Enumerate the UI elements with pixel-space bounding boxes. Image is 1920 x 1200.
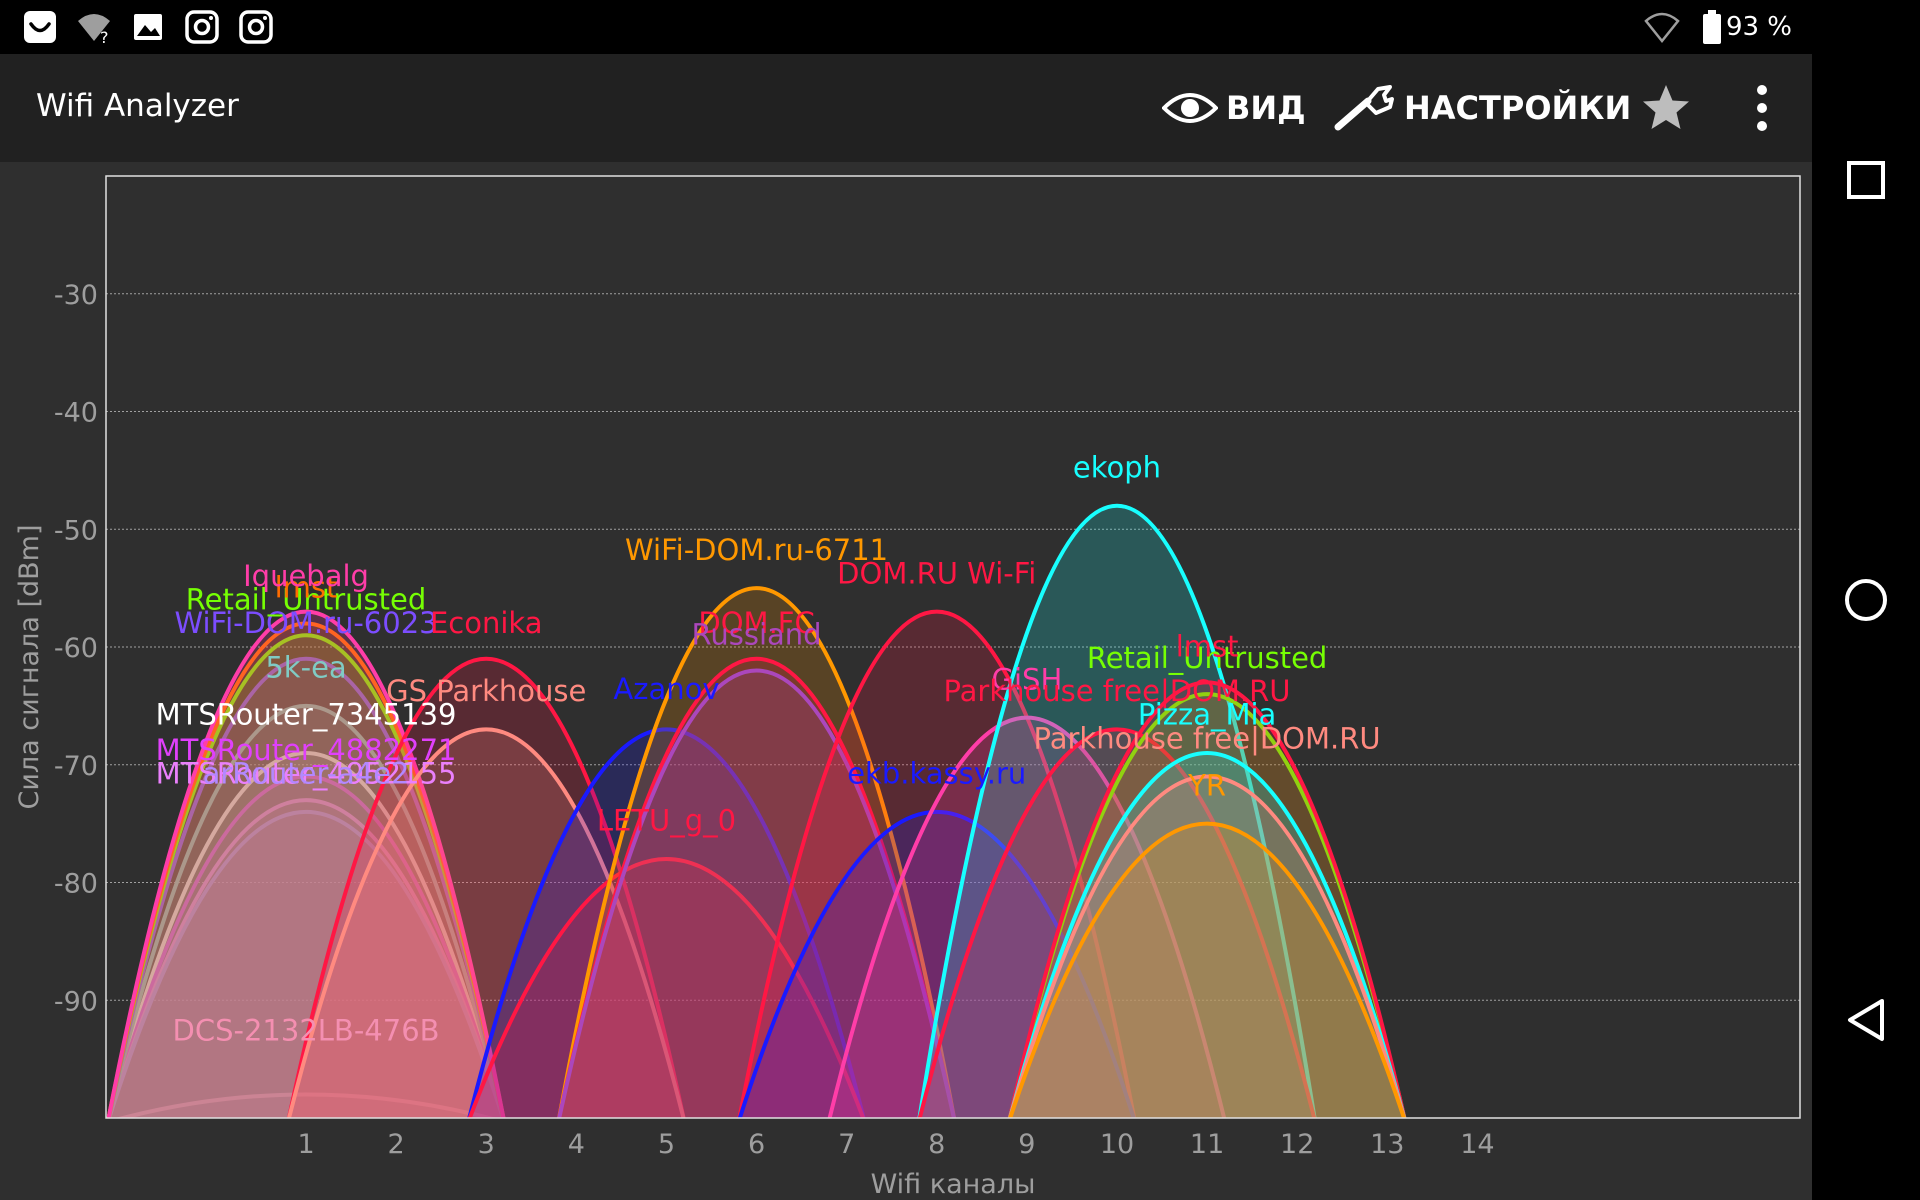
recents-square-icon: [1847, 161, 1885, 199]
battery-icon: [1703, 10, 1721, 44]
favorite-button[interactable]: [1640, 82, 1692, 134]
network-label: Azanov: [613, 672, 719, 706]
network-label: arRouter-a4e2: [203, 757, 410, 791]
instagram-icon: [239, 10, 273, 44]
back-button[interactable]: [1836, 990, 1896, 1050]
x-tick-label: 9: [1018, 1129, 1035, 1160]
settings-button[interactable]: НАСТРОЙКИ: [1334, 82, 1631, 134]
network-label: ekb.kassy.ru: [847, 757, 1026, 791]
more-vert-icon: [1757, 85, 1767, 131]
y-tick-label: -30: [54, 280, 98, 311]
network-label: Parkhouse free|DOM.RU: [1034, 721, 1381, 755]
y-tick-label: -90: [54, 986, 98, 1017]
channel-graph[interactable]: -30 -40 -50 -60 -70 -80 -90 1 2 3 4 5 6 7 8 9 10 11 12 13 14…: [0, 162, 1812, 1200]
y-tick-label: -70: [54, 751, 98, 782]
network-label: Econika: [430, 606, 543, 640]
instagram-icon: [185, 10, 219, 44]
x-tick-label: 2: [388, 1129, 405, 1160]
channel-graph-svg: -30-40-50-60-70-80-901 2 3 4 5 6 7 8 9 10 11 12 13 14…: [14, 175, 1801, 1200]
y-tick-label: -80: [54, 869, 98, 900]
y-tick-label: -60: [54, 633, 98, 664]
eye-icon: [1162, 93, 1218, 123]
app-toolbar: Wifi Analyzer ВИД НАСТРОЙКИ: [0, 54, 1812, 162]
x-tick-label: 1: [297, 1129, 314, 1160]
network-label: 5k-ea: [265, 651, 346, 685]
wifi-outline-icon: [1644, 12, 1680, 44]
image-icon: [134, 14, 162, 40]
back-triangle-icon: [1848, 999, 1884, 1041]
network-label: GS Parkhouse: [386, 674, 586, 708]
x-tick-label: 13: [1370, 1129, 1404, 1160]
svg-text:?: ?: [100, 28, 109, 45]
x-tick-label: 6: [748, 1129, 765, 1160]
network-label: Russiand: [692, 618, 822, 652]
network-label: DCS-2132LB-476B: [173, 1013, 440, 1047]
home-button[interactable]: [1836, 570, 1896, 630]
network-label: LETU_g_0: [597, 804, 736, 838]
wifi-question-icon: ?: [78, 14, 110, 45]
y-tick-label: -50: [54, 515, 98, 546]
x-axis-label: Wifi каналы: [871, 1169, 1036, 1200]
view-button[interactable]: ВИД: [1162, 82, 1306, 134]
network-label: YR: [1187, 768, 1226, 802]
network-label: DOM.RU Wi-Fi: [837, 556, 1036, 590]
network-label: lmst: [1176, 629, 1239, 663]
network-label: ekoph: [1073, 450, 1161, 484]
x-tick-label: 10: [1100, 1129, 1134, 1160]
settings-button-label: НАСТРОЙКИ: [1404, 89, 1632, 127]
y-axis-label: Сила сигнала [dBm]: [14, 525, 45, 810]
x-tick-label: 11: [1190, 1129, 1224, 1160]
home-circle-icon: [1845, 579, 1887, 621]
more-options-button[interactable]: [1748, 82, 1776, 134]
x-tick-label: 5: [658, 1129, 675, 1160]
x-tick-label: 8: [928, 1129, 945, 1160]
x-tick-label: 3: [478, 1129, 495, 1160]
x-tick-label: 14: [1460, 1129, 1494, 1160]
x-tick-label: 4: [568, 1129, 585, 1160]
star-icon: [1643, 85, 1689, 129]
recents-button[interactable]: [1836, 150, 1896, 210]
network-label: Iquebalg: [243, 559, 369, 593]
smile-app-icon: [24, 11, 56, 43]
wrench-icon: [1334, 85, 1394, 131]
view-button-label: ВИД: [1226, 89, 1306, 127]
x-tick-label: 12: [1280, 1129, 1314, 1160]
navigation-bar: [1812, 0, 1920, 1200]
battery-percent: 93 %: [1725, 12, 1792, 42]
app-title: Wifi Analyzer: [36, 88, 239, 124]
status-bar: ? 93 %: [0, 0, 1812, 54]
x-tick-label: 7: [838, 1129, 855, 1160]
y-tick-label: -40: [54, 398, 98, 429]
